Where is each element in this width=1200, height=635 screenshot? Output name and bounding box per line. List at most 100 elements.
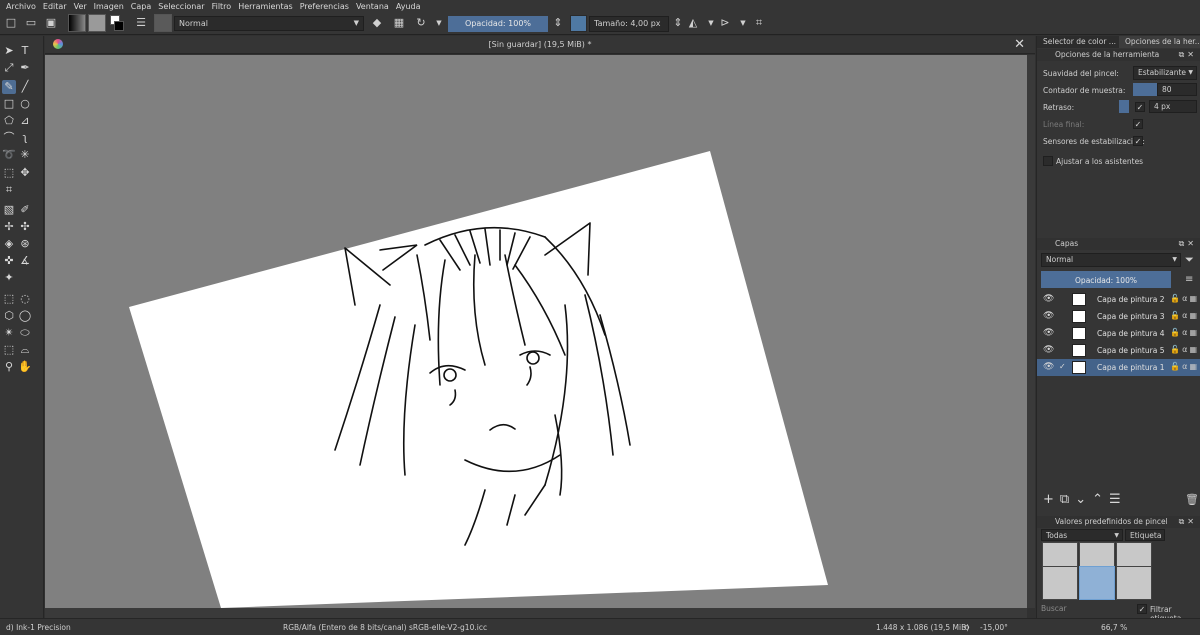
select-shapes-tool-icon[interactable]: ➤: [2, 44, 16, 58]
ellipse-select-tool-icon[interactable]: ◌: [18, 292, 32, 306]
new-document-icon[interactable]: □: [4, 16, 18, 30]
contiguous-select-tool-icon[interactable]: ✴: [2, 326, 16, 340]
eye-icon[interactable]: 👁: [1043, 311, 1054, 321]
filter-icon[interactable]: ⏷: [1185, 253, 1194, 267]
smart-patch-tool-icon[interactable]: ✢: [2, 220, 16, 234]
move-up-icon[interactable]: ⌃: [1092, 492, 1109, 507]
menu-preferencias[interactable]: Preferencias: [300, 2, 349, 11]
calligraphy-tool-icon[interactable]: ✒: [18, 61, 32, 75]
dynamic-brush-tool-icon[interactable]: ➰: [2, 148, 16, 162]
menu-capa[interactable]: Capa: [131, 2, 151, 11]
opacity-stepper-icon[interactable]: ⇕: [551, 16, 565, 30]
layer-lock-alpha-icons[interactable]: 🔓α▦: [1170, 328, 1199, 337]
panel-float-close-icon[interactable]: ⧉✕: [1179, 516, 1197, 528]
opacity-slider[interactable]: Opacidad: 100%: [448, 16, 548, 32]
layer-row[interactable]: 👁 Capa de pintura 2 🔓α▦: [1037, 291, 1200, 308]
pattern-swatch[interactable]: [88, 14, 106, 32]
blend-mode-select[interactable]: Normal ▼: [174, 16, 364, 31]
move-tool-icon[interactable]: ✥: [18, 166, 32, 180]
menu-ver[interactable]: Ver: [74, 2, 87, 11]
delay-slider-fill[interactable]: [1119, 100, 1129, 113]
menu-imagen[interactable]: Imagen: [94, 2, 124, 11]
gradient-swatch[interactable]: [68, 14, 86, 32]
layer-lock-alpha-icons[interactable]: 🔓α▦: [1170, 294, 1199, 303]
menu-icon[interactable]: ≡: [1185, 274, 1193, 285]
layer-lock-alpha-icons[interactable]: 🔓α▦: [1170, 345, 1199, 354]
add-layer-icon[interactable]: +: [1043, 492, 1060, 507]
layer-row-selected[interactable]: 👁 ✓ Capa de pintura 1 🔓α▦: [1037, 359, 1200, 376]
layer-blend-select[interactable]: Normal ▼: [1041, 253, 1181, 267]
freehand-select-tool-icon[interactable]: ◯: [18, 309, 32, 323]
smoothing-select[interactable]: Estabilizante ▼: [1133, 66, 1197, 80]
wrap-around-icon[interactable]: ⌗: [752, 16, 766, 30]
brush-preset-thumbnail-selected[interactable]: [1079, 566, 1115, 600]
similar-select-tool-icon[interactable]: ⬭: [18, 326, 32, 340]
document-tab[interactable]: [Sin guardar] (19,5 MiB) * ✕: [45, 36, 1035, 54]
size-field[interactable]: Tamaño: 4,00 px: [589, 16, 669, 32]
canvas-vertical-scrollbar[interactable]: [1027, 55, 1035, 608]
gradient-tool-icon[interactable]: ▧: [2, 203, 16, 217]
sample-count-slider-fill[interactable]: [1133, 83, 1157, 96]
open-folder-icon[interactable]: ▭: [24, 16, 38, 30]
mirror-horizontal-icon[interactable]: ◭: [686, 16, 700, 30]
line-tool-icon[interactable]: ╱: [18, 80, 32, 94]
panel-float-close-icon[interactable]: ⧉✕: [1179, 49, 1197, 61]
brush-search-input[interactable]: Buscar: [1041, 604, 1131, 616]
chevron-down-icon[interactable]: ▼: [704, 16, 718, 30]
brush-settings-icon[interactable]: ☰: [134, 16, 148, 30]
rectangle-select-tool-icon[interactable]: ⬚: [2, 292, 16, 306]
menu-editar[interactable]: Editar: [43, 2, 67, 11]
delete-layer-icon[interactable]: 🗑: [1185, 493, 1199, 506]
chevron-down-icon[interactable]: ▼: [432, 16, 446, 30]
alpha-lock-icon[interactable]: ▦: [392, 16, 406, 30]
delay-checkbox[interactable]: ✓: [1135, 102, 1145, 112]
menu-archivo[interactable]: Archivo: [6, 2, 36, 11]
status-rotation[interactable]: -15,00°: [980, 623, 1008, 632]
canvas-viewport[interactable]: [45, 55, 1027, 608]
foreground-color-swatch[interactable]: [114, 21, 124, 31]
menu-ayuda[interactable]: Ayuda: [396, 2, 421, 11]
finish-line-checkbox[interactable]: ✓: [1133, 119, 1143, 129]
freehand-path-tool-icon[interactable]: ʅ: [18, 131, 32, 145]
zoom-tool-icon[interactable]: ⚲: [2, 360, 16, 374]
eye-icon[interactable]: 👁: [1043, 294, 1054, 304]
polygon-tool-icon[interactable]: ⬠: [2, 114, 16, 128]
eraser-icon[interactable]: ◆: [370, 16, 384, 30]
polyline-tool-icon[interactable]: ⊿: [18, 114, 32, 128]
color-picker-tool-icon[interactable]: ✐: [18, 203, 32, 217]
perspective-grid-tool-icon[interactable]: ✦: [2, 271, 16, 285]
close-icon[interactable]: ✕: [1014, 37, 1025, 52]
menu-herramientas[interactable]: Herramientas: [238, 2, 293, 11]
crop-tool-icon[interactable]: ⌗: [2, 183, 16, 197]
tab-color-selector[interactable]: Selector de color ...: [1037, 36, 1119, 48]
filter-tag-checkbox[interactable]: ✓: [1137, 604, 1147, 614]
brush-preset-thumbnail[interactable]: [1042, 566, 1078, 600]
brush-preset-thumbnail[interactable]: [1116, 566, 1152, 600]
menu-seleccionar[interactable]: Seleccionar: [158, 2, 204, 11]
brush-tag-select[interactable]: Etiqueta: [1125, 529, 1165, 541]
reference-images-tool-icon[interactable]: ✜: [2, 254, 16, 268]
rectangle-tool-icon[interactable]: □: [2, 97, 16, 111]
bezier-select-tool-icon[interactable]: ⬚: [2, 343, 16, 357]
measure-tool-icon[interactable]: ∡: [18, 254, 32, 268]
brush-color-box[interactable]: [570, 15, 587, 32]
edit-shapes-tool-icon[interactable]: ⤢: [2, 61, 16, 75]
text-tool-icon[interactable]: T: [18, 44, 32, 58]
assistant-tool-icon[interactable]: ⊛: [18, 237, 32, 251]
eye-icon[interactable]: 👁: [1043, 328, 1054, 338]
mirror-vertical-icon[interactable]: ⊳: [718, 16, 732, 30]
layer-properties-icon[interactable]: ☰: [1109, 492, 1127, 507]
canvas-horizontal-scrollbar[interactable]: [45, 608, 1027, 618]
save-icon[interactable]: ▣: [44, 16, 58, 30]
chevron-down-icon[interactable]: ▼: [736, 16, 750, 30]
colorize-mask-tool-icon[interactable]: ✣: [18, 220, 32, 234]
stabilize-sensors-checkbox[interactable]: ✓: [1133, 136, 1143, 146]
eye-icon[interactable]: 👁: [1043, 345, 1054, 355]
layer-row[interactable]: 👁 Capa de pintura 4 🔓α▦: [1037, 325, 1200, 342]
freehand-brush-tool-icon[interactable]: ✎: [2, 80, 16, 94]
pan-tool-icon[interactable]: ✋: [18, 360, 32, 374]
layer-lock-alpha-icons[interactable]: 🔓α▦: [1170, 311, 1199, 320]
brush-filter-select[interactable]: Todas ▼: [1041, 529, 1123, 541]
magnetic-select-tool-icon[interactable]: ⌓: [18, 343, 32, 357]
size-stepper-icon[interactable]: ⇕: [671, 16, 685, 30]
